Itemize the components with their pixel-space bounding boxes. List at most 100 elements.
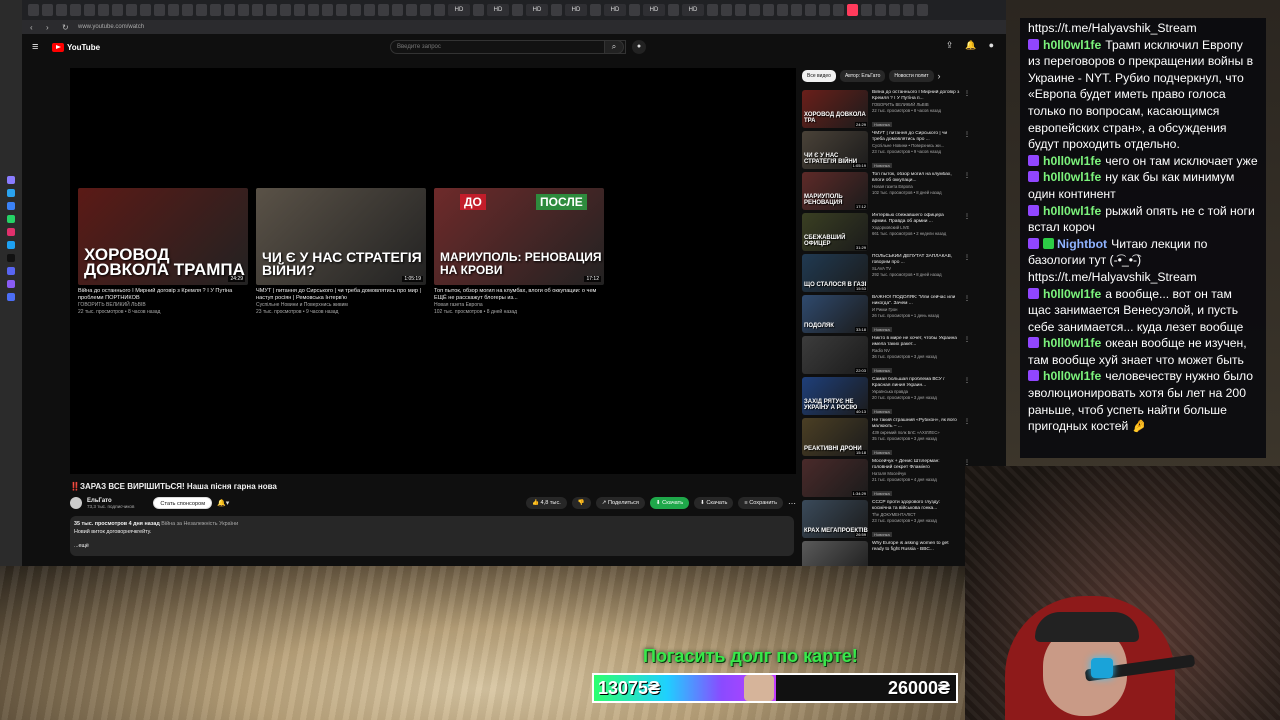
- recommendation-thumbnail[interactable]: ЧИ Є У НАС СТРАТЕГІЯ ВІЙНИ 1:05:19: [802, 131, 868, 169]
- recommendation-thumbnail[interactable]: ЗАХІД РЯТУЄ НЕ УКРАЇНУ А РОСІЮ 40:13: [802, 377, 868, 415]
- endscreen-thumbnail[interactable]: МАРИУПОЛЬ: РЕНОВАЦИЯ НА КРОВИ ДО ПОСЛЕ 17:1…: [434, 188, 604, 285]
- browser-tab[interactable]: [861, 4, 872, 16]
- recommendation-title[interactable]: ЧМУТ | питання до Сирського | чи треба д…: [872, 131, 960, 143]
- browser-tab[interactable]: [551, 4, 562, 16]
- app-icon[interactable]: [7, 215, 15, 223]
- more-vert-icon[interactable]: ⋮: [964, 254, 970, 295]
- hamburger-icon[interactable]: ≡: [32, 41, 44, 53]
- browser-tab[interactable]: [98, 4, 109, 16]
- more-icon[interactable]: ⋯: [788, 499, 796, 508]
- recommendation-title[interactable]: Топ пыток, обзор могил на клумбах, влоги…: [872, 172, 960, 184]
- browser-tab[interactable]: [224, 4, 235, 16]
- browser-tab-hd[interactable]: HD: [448, 4, 470, 16]
- browser-tab[interactable]: [378, 4, 389, 16]
- browser-tab[interactable]: [336, 4, 347, 16]
- browser-tab[interactable]: [364, 4, 375, 16]
- endscreen-card[interactable]: МАРИУПОЛЬ: РЕНОВАЦИЯ НА КРОВИ ДО ПОСЛЕ 17:1…: [434, 188, 604, 316]
- chat-username[interactable]: h0ll0wl1fe: [1043, 369, 1101, 383]
- browser-tab[interactable]: [903, 4, 914, 16]
- dislike-button[interactable]: 👎: [571, 497, 591, 509]
- recommendation-title[interactable]: Why Europe is asking women to get ready …: [872, 541, 960, 553]
- recommendation-thumbnail[interactable]: 22:03: [802, 336, 868, 374]
- browser-tab-hd[interactable]: HD: [565, 4, 587, 16]
- browser-tab[interactable]: [707, 4, 718, 16]
- recommendation-thumbnail[interactable]: Ready to fight: [802, 541, 868, 566]
- recommendation-title[interactable]: Війна до останнього І Мирний договір з К…: [872, 90, 960, 102]
- recommendation-thumbnail[interactable]: МАРИУПОЛЬ РЕНОВАЦИЯ 17:12: [802, 172, 868, 210]
- save-button[interactable]: ≡ Сохранить: [738, 497, 783, 509]
- browser-tab[interactable]: [875, 4, 886, 16]
- recommendation-item[interactable]: ЩО СТАЛОСЯ В ГАЗІ 15:53 ПОЛЬСЬКИЙ ДЕПУТАТ …: [802, 254, 994, 295]
- browser-tab[interactable]: [434, 4, 445, 16]
- recommendation-item[interactable]: ХОРОВОД ДОВКОЛА ТРА 24:29 Війна до останнь…: [802, 90, 994, 131]
- recommendation-title[interactable]: СССР проти здорового глузду: космічна та…: [872, 500, 960, 512]
- browser-tab-hd[interactable]: HD: [604, 4, 626, 16]
- endscreen-thumbnail[interactable]: ХОРОВОД ДОВКОЛА ТРАМПА 24:29: [78, 188, 248, 285]
- browser-tab[interactable]: [420, 4, 431, 16]
- chat-username[interactable]: Nightbot: [1057, 237, 1107, 251]
- browser-tab[interactable]: [749, 4, 760, 16]
- browser-tab[interactable]: [238, 4, 249, 16]
- recommendation-thumbnail[interactable]: ХОРОВОД ДОВКОЛА ТРА 24:29: [802, 90, 868, 128]
- browser-tab[interactable]: [70, 4, 81, 16]
- browser-tab[interactable]: [182, 4, 193, 16]
- more-vert-icon[interactable]: ⋮: [964, 377, 970, 418]
- app-icon[interactable]: [7, 176, 15, 184]
- recommendation-item[interactable]: ПОДОЛЯК 33:18 ВАЖНО! ПОДОЛЯК: "Или сейчас …: [802, 295, 994, 336]
- app-icon[interactable]: [7, 254, 15, 262]
- browser-tab[interactable]: [252, 4, 263, 16]
- browser-tab[interactable]: [791, 4, 802, 16]
- search-icon[interactable]: ⌕: [604, 40, 624, 54]
- microphone-icon[interactable]: ●: [632, 40, 646, 54]
- bell-icon[interactable]: 🔔▾: [217, 499, 229, 507]
- forward-icon[interactable]: ›: [46, 23, 54, 32]
- recommendation-title[interactable]: Самая большая проблема ВСУ / Красная лин…: [872, 377, 960, 389]
- browser-tab[interactable]: [721, 4, 732, 16]
- browser-tab[interactable]: [833, 4, 844, 16]
- browser-tab[interactable]: [512, 4, 523, 16]
- chat-username[interactable]: h0ll0wl1fe: [1043, 154, 1101, 168]
- recommendation-title[interactable]: ПОЛЬСЬКИЙ ДЕПУТАТ ЗАПЛАКАВ, говорим про …: [872, 254, 960, 266]
- browser-tab-hd[interactable]: HD: [487, 4, 509, 16]
- browser-tab-hd[interactable]: HD: [526, 4, 548, 16]
- recommendation-thumbnail[interactable]: РЕАКТИВНІ ДРОНИ 15:18: [802, 418, 868, 456]
- browser-tab[interactable]: [56, 4, 67, 16]
- app-icon[interactable]: [7, 241, 15, 249]
- app-icon[interactable]: [7, 280, 15, 288]
- browser-tab[interactable]: [590, 4, 601, 16]
- filter-chip[interactable]: Новости полит: [889, 70, 934, 82]
- more-vert-icon[interactable]: ⋮: [964, 90, 970, 131]
- reload-icon[interactable]: ↻: [62, 23, 70, 32]
- download-button[interactable]: ⬇ Скачать: [694, 497, 734, 509]
- channel-avatar[interactable]: [70, 497, 82, 509]
- chat-username[interactable]: h0ll0wl1fe: [1043, 170, 1101, 184]
- endscreen-title[interactable]: Війна до останнього І Мирний договір з К…: [78, 288, 248, 302]
- endscreen-card[interactable]: ЧИ Є У НАС СТРАТЕГІЯ ВІЙНИ? 1:05:19 ЧМУТ |…: [256, 188, 426, 316]
- address-field[interactable]: www.youtube.com/watch: [78, 24, 998, 30]
- app-icon[interactable]: [7, 189, 15, 197]
- recommendation-thumbnail[interactable]: ЩО СТАЛОСЯ В ГАЗІ 15:53: [802, 254, 868, 292]
- chevron-right-icon[interactable]: ›: [938, 71, 941, 81]
- recommendation-item[interactable]: РЕАКТИВНІ ДРОНИ 15:18 Не такий страшний «Р…: [802, 418, 994, 459]
- browser-tab[interactable]: [819, 4, 830, 16]
- back-icon[interactable]: ‹: [30, 23, 38, 32]
- browser-tab[interactable]: [763, 4, 774, 16]
- recommendation-title[interactable]: Мосейчук + Денис Штілерман: головний сек…: [872, 459, 960, 471]
- description-box[interactable]: 35 тыс. просмотров 4 дня назад Війна за …: [70, 516, 794, 556]
- youtube-logo[interactable]: YouTube: [52, 42, 100, 52]
- sponsor-button[interactable]: Стать спонсором: [153, 497, 213, 509]
- browser-tab[interactable]: [917, 4, 928, 16]
- recommendation-item[interactable]: 22:03 Никто в мире не хочет, чтобы Украин…: [802, 336, 994, 377]
- browser-tab[interactable]: [777, 4, 788, 16]
- recommendation-item[interactable]: ЗАХІД РЯТУЄ НЕ УКРАЇНУ А РОСІЮ 40:13 Самая…: [802, 377, 994, 418]
- description-more[interactable]: ...ещё: [74, 542, 790, 550]
- browser-tab[interactable]: [140, 4, 151, 16]
- browser-tab[interactable]: [668, 4, 679, 16]
- recommendation-thumbnail[interactable]: 1:34:29: [802, 459, 868, 497]
- recommendation-item[interactable]: МАРИУПОЛЬ РЕНОВАЦИЯ 17:12 Топ пыток, обзор…: [802, 172, 994, 213]
- recommendation-title[interactable]: Не такий страшний «Рубікон», як його мал…: [872, 418, 960, 430]
- endscreen-title[interactable]: Топ пыток, обзор могил на клумбах, влоги…: [434, 288, 604, 302]
- browser-tab-hd[interactable]: HD: [682, 4, 704, 16]
- download-extension-button[interactable]: ⬇ Скачать: [649, 497, 690, 509]
- browser-tab[interactable]: [308, 4, 319, 16]
